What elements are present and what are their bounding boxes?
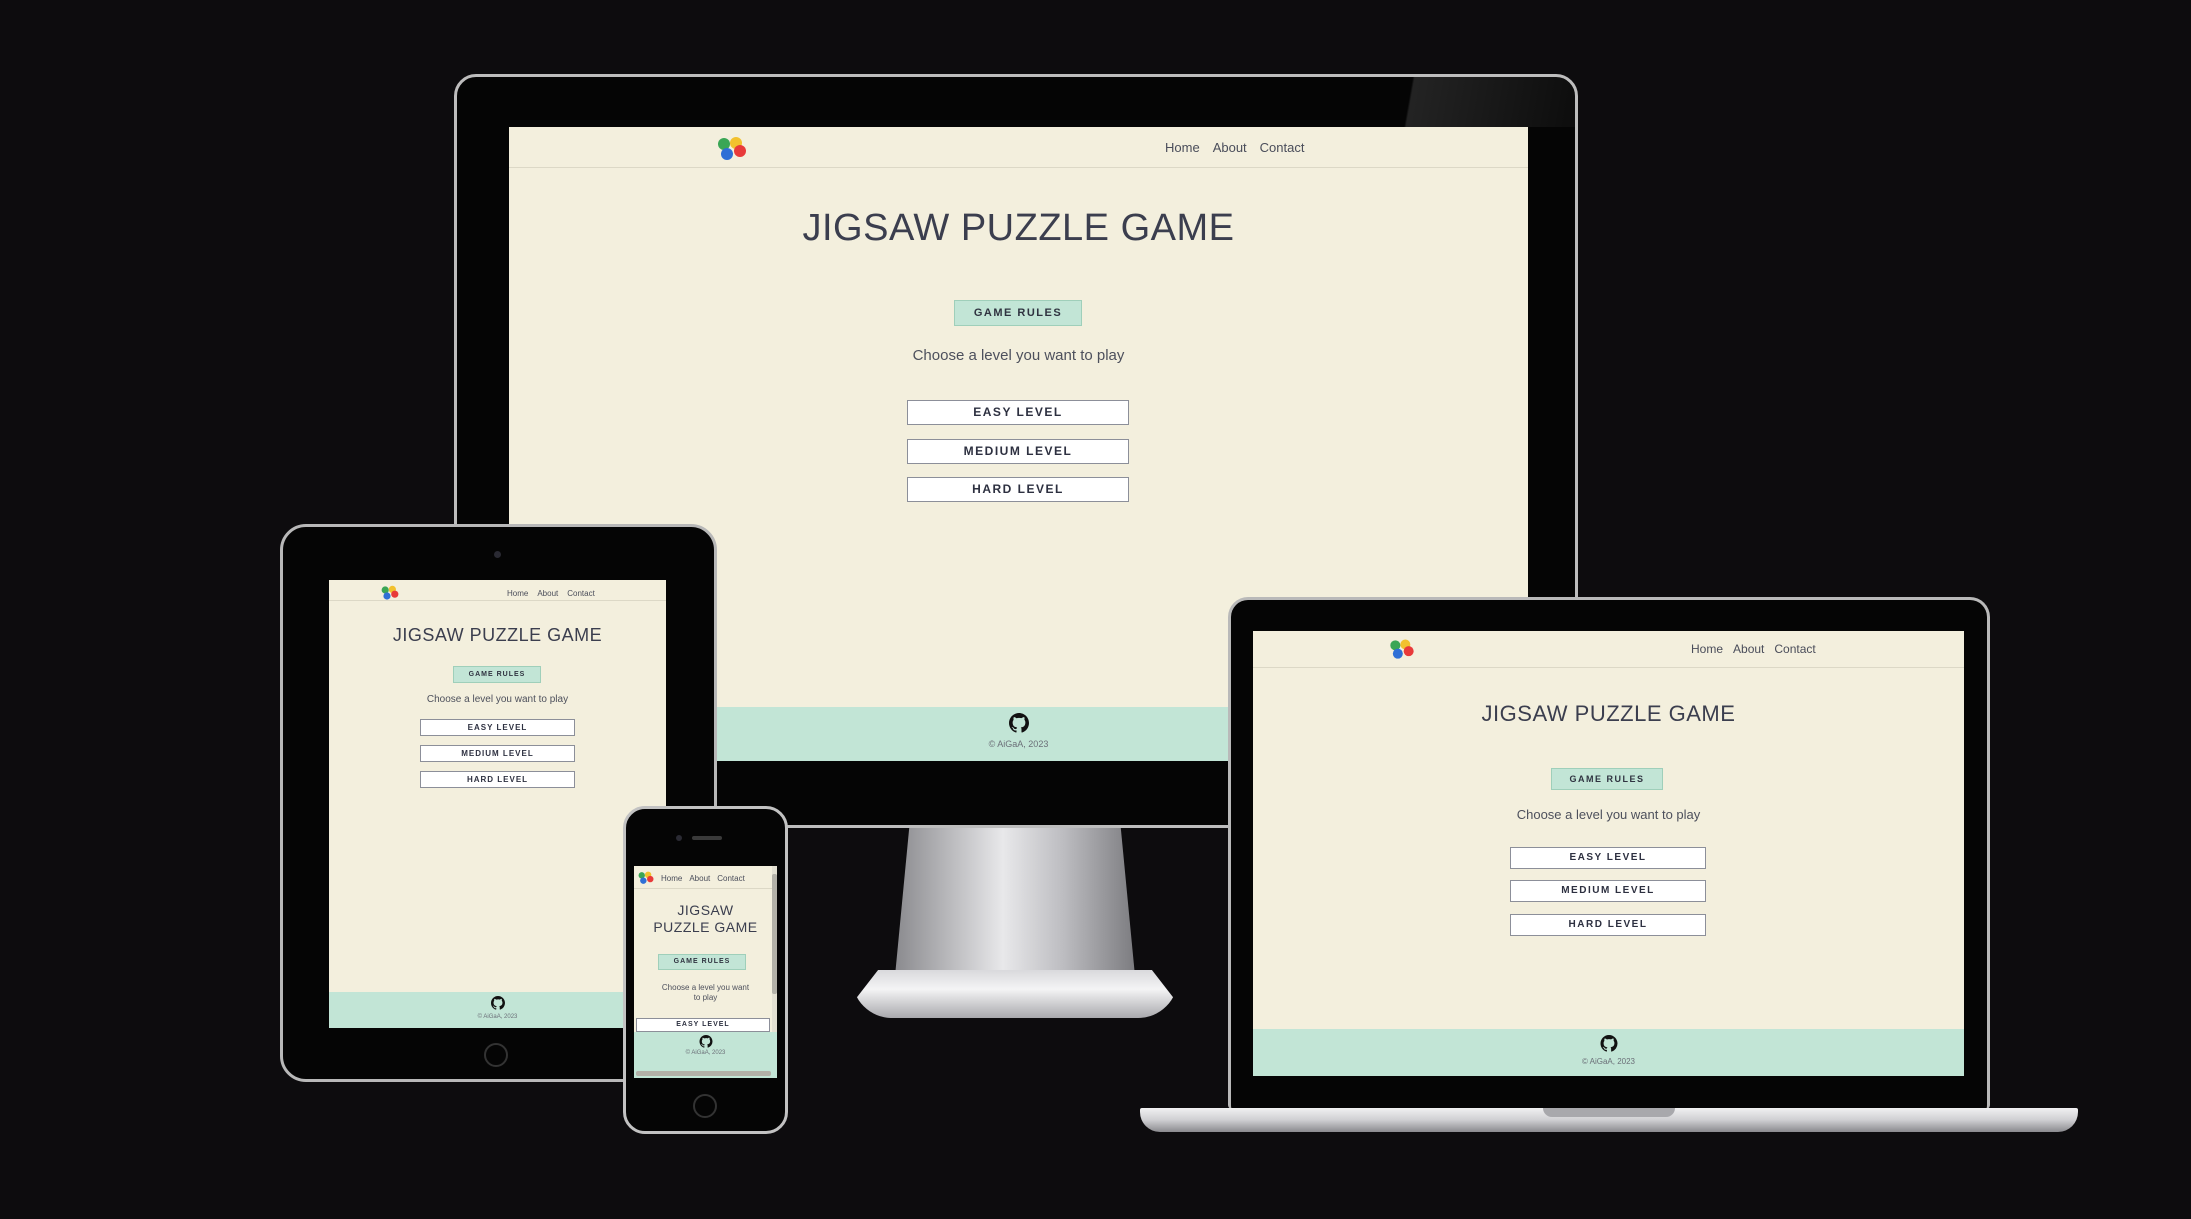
github-icon[interactable] (1600, 1035, 1617, 1057)
monitor-glare (1370, 77, 1575, 127)
easy-level-button[interactable]: EASY LEVEL (636, 1018, 770, 1032)
phone-nav-links: Home About Contact (661, 874, 745, 883)
easy-level-button[interactable]: EASY LEVEL (907, 400, 1129, 425)
phone-camera (676, 835, 682, 841)
medium-level-button[interactable]: MEDIUM LEVEL (907, 439, 1129, 464)
page-title-line-1: JIGSAW (677, 902, 734, 918)
game-rules-button[interactable]: GAME RULES (1551, 768, 1663, 790)
nav-about-link[interactable]: About (1733, 642, 1764, 656)
github-icon[interactable] (490, 996, 505, 1015)
phone-speaker (692, 836, 722, 840)
page-title: JIGSAW PUZZLE GAME (802, 207, 1235, 249)
medium-level-button[interactable]: MEDIUM LEVEL (1510, 880, 1706, 902)
nav-home-link[interactable]: Home (1691, 642, 1723, 656)
tablet-nav-links: Home About Contact (507, 589, 595, 598)
desktop-navbar: Home About Contact (509, 127, 1528, 168)
laptop-footer: © AiGaA, 2023 (1253, 1029, 1964, 1076)
monitor-stand-base (852, 970, 1178, 1018)
choose-level-text: Choose a level you want to play (634, 983, 777, 1003)
nav-home-link[interactable]: Home (1165, 140, 1200, 155)
laptop-notch (1543, 1108, 1675, 1117)
copyright-text: © AiGaA, 2023 (477, 1014, 518, 1020)
tablet-home-button[interactable] (484, 1043, 508, 1067)
page-title: JIGSAW PUZZLE GAME (392, 625, 603, 645)
copyright-text: © AiGaA, 2023 (1581, 1057, 1636, 1066)
phone-horizontal-scrollbar[interactable] (636, 1071, 771, 1076)
puzzle-logo-icon[interactable] (636, 870, 656, 886)
choose-level-text: Choose a level you want to play (912, 347, 1125, 364)
nav-about-link[interactable]: About (1213, 140, 1247, 155)
choose-level-text-line-1: Choose a level you want (661, 983, 750, 992)
hard-level-button[interactable]: HARD LEVEL (420, 771, 575, 788)
github-icon[interactable] (1008, 713, 1029, 738)
laptop-navbar: Home About Contact (1253, 631, 1964, 668)
phone-home-button[interactable] (693, 1094, 717, 1118)
page-title: JIGSAW PUZZLE GAME (1481, 701, 1736, 726)
tablet-site: Home About Contact JIGSAW PUZZLE GAME GA… (329, 580, 666, 1028)
nav-home-link[interactable]: Home (661, 874, 682, 883)
laptop-site: Home About Contact JIGSAW PUZZLE GAME GA… (1253, 631, 1964, 1076)
game-rules-button[interactable]: GAME RULES (453, 666, 541, 683)
nav-about-link[interactable]: About (689, 874, 710, 883)
tablet-footer: © AiGaA, 2023 (329, 992, 666, 1028)
phone-navbar: Home About Contact (634, 866, 777, 889)
puzzle-logo-icon[interactable] (714, 134, 750, 164)
choose-level-text: Choose a level you want to play (426, 694, 569, 705)
easy-level-button[interactable]: EASY LEVEL (420, 719, 575, 736)
medium-level-button[interactable]: MEDIUM LEVEL (420, 745, 575, 762)
hard-level-button[interactable]: HARD LEVEL (907, 477, 1129, 502)
page-title-line-2: PUZZLE GAME (653, 919, 758, 935)
desktop-nav-links: Home About Contact (1165, 140, 1304, 155)
puzzle-logo-icon[interactable] (1387, 637, 1417, 662)
nav-about-link[interactable]: About (537, 589, 558, 598)
game-rules-button[interactable]: GAME RULES (954, 300, 1082, 326)
nav-contact-link[interactable]: Contact (1774, 642, 1815, 656)
laptop-nav-links: Home About Contact (1691, 642, 1816, 656)
easy-level-button[interactable]: EASY LEVEL (1510, 847, 1706, 869)
tablet-navbar: Home About Contact (329, 580, 666, 601)
nav-home-link[interactable]: Home (507, 589, 528, 598)
page-title: JIGSAW PUZZLE GAME (634, 902, 777, 936)
phone-footer: © AiGaA, 2023 (634, 1032, 777, 1078)
nav-contact-link[interactable]: Contact (1260, 140, 1305, 155)
choose-level-text: Choose a level you want to play (1516, 807, 1701, 822)
monitor-stand-neck (895, 826, 1135, 976)
phone-site: Home About Contact JIGSAW PUZZLE GAME GA… (634, 866, 777, 1078)
tablet-camera (494, 551, 501, 558)
game-rules-button[interactable]: GAME RULES (658, 954, 746, 970)
copyright-text: © AiGaA, 2023 (685, 1050, 726, 1056)
hard-level-button[interactable]: HARD LEVEL (1510, 914, 1706, 936)
choose-level-text-line-2: to play (693, 993, 718, 1002)
puzzle-logo-icon[interactable] (379, 584, 401, 602)
nav-contact-link[interactable]: Contact (567, 589, 595, 598)
nav-contact-link[interactable]: Contact (717, 874, 745, 883)
